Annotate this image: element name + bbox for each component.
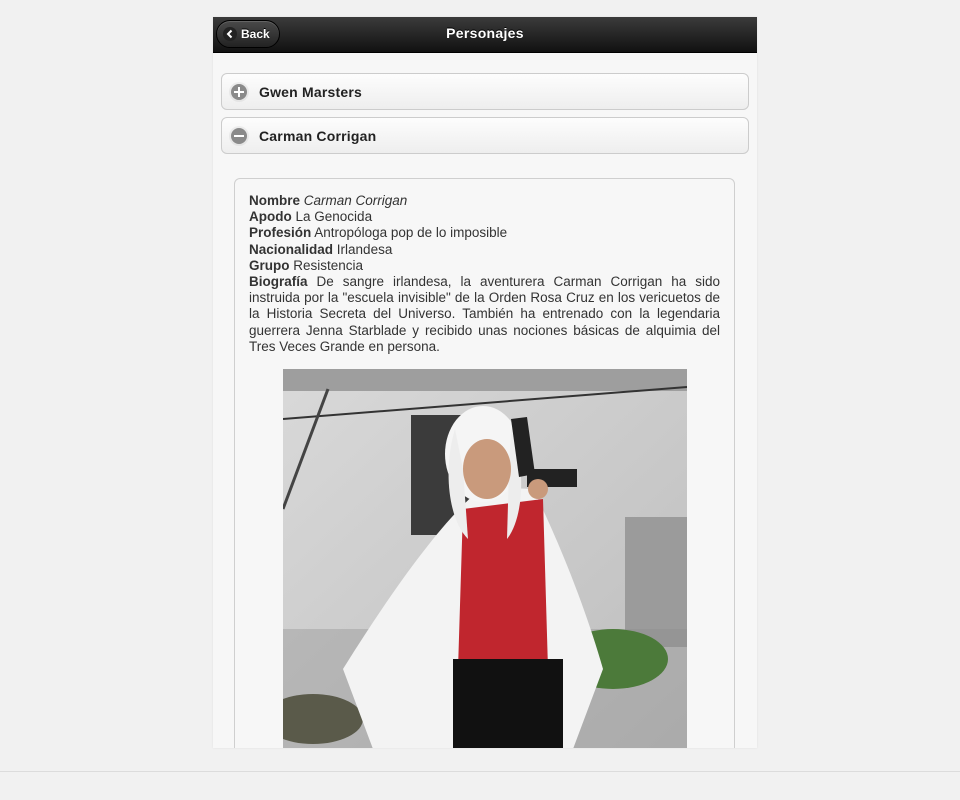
minus-icon xyxy=(231,127,247,144)
biografia-value: De sangre irlandesa, la aventurera Carma… xyxy=(249,274,720,354)
apodo-label: Apodo xyxy=(249,209,292,225)
nacionalidad-label: Nacionalidad xyxy=(249,241,334,257)
collapsible-label: Carman Corrigan xyxy=(259,127,377,144)
grupo-value: Resistencia xyxy=(293,257,364,273)
grupo-label: Grupo xyxy=(249,257,290,273)
plus-icon xyxy=(231,83,247,100)
character-details: Nombre Carman Corrigan Apodo La Genocida… xyxy=(249,193,720,355)
footer-divider xyxy=(0,771,960,772)
collapsible-carman-corrigan[interactable]: Carman Corrigan xyxy=(221,117,749,154)
nacionalidad-value: Irlandesa xyxy=(336,241,393,257)
page-title: Personajes xyxy=(446,25,524,41)
profesion-value: Antropóloga pop de lo imposible xyxy=(314,225,508,241)
nombre-value: Carman Corrigan xyxy=(303,193,408,208)
profesion-label: Profesión xyxy=(249,225,312,241)
collapsible-label: Gwen Marsters xyxy=(259,83,362,100)
collapsible-content: Nombre Carman Corrigan Apodo La Genocida… xyxy=(234,178,735,748)
app-page: Back Personajes Gwen Marsters Carman Cor… xyxy=(213,17,757,748)
character-photo xyxy=(283,369,687,748)
collapsible-gwen-marsters[interactable]: Gwen Marsters xyxy=(221,73,749,110)
nombre-label: Nombre xyxy=(249,193,301,208)
header-bar: Back Personajes xyxy=(213,17,757,53)
biografia-label: Biografía xyxy=(249,274,308,290)
apodo-value: La Genocida xyxy=(295,209,373,225)
